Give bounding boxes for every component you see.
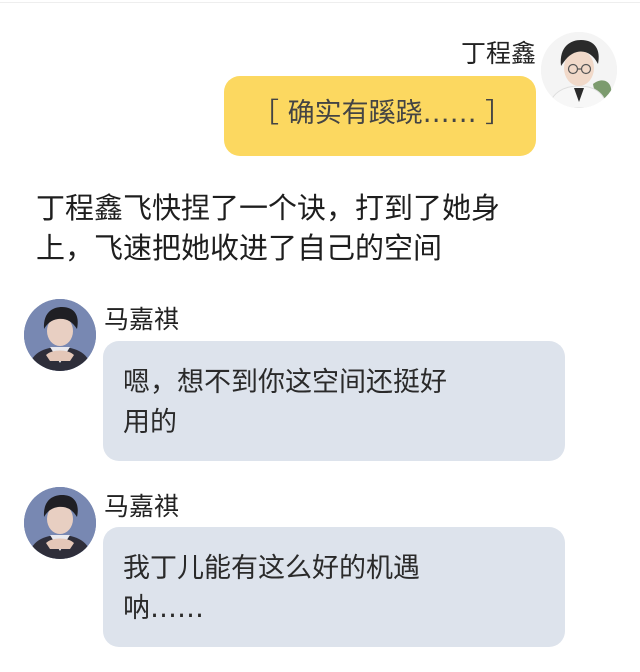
narration-text: 丁程鑫飞快捏了一个诀，打到了她身 上，飞速把她收进了自己的空间 [36,188,616,268]
male-portrait-avatar-icon [541,32,617,108]
sender-name-right: 丁程鑫 [460,39,536,68]
message-bubble-right[interactable]: ［ 确实有蹊跷…… ］ [224,76,536,156]
avatar-left[interactable] [24,487,96,559]
message-bubble-left[interactable]: 我丁儿能有这么好的机遇 呐…… [103,527,565,647]
male-portrait-avatar-icon [24,299,96,371]
message-line: 我丁儿能有这么好的机遇 [123,553,420,584]
avatar-left[interactable] [24,299,96,371]
top-divider [0,2,640,3]
message-bubble-left[interactable]: 嗯，想不到你这空间还挺好 用的 [103,341,565,461]
sender-name-left: 马嘉祺 [104,305,180,334]
narration-line-1: 丁程鑫飞快捏了一个诀，打到了她身 [36,191,501,225]
sender-name-left: 马嘉祺 [104,492,180,521]
message-line: 呐…… [123,593,204,624]
narration-line-2: 上，飞速把她收进了自己的空间 [36,231,443,265]
message-line: 嗯，想不到你这空间还挺好 [123,367,447,398]
message-line: 用的 [123,407,177,438]
avatar-right[interactable] [541,32,617,108]
male-portrait-avatar-icon [24,487,96,559]
